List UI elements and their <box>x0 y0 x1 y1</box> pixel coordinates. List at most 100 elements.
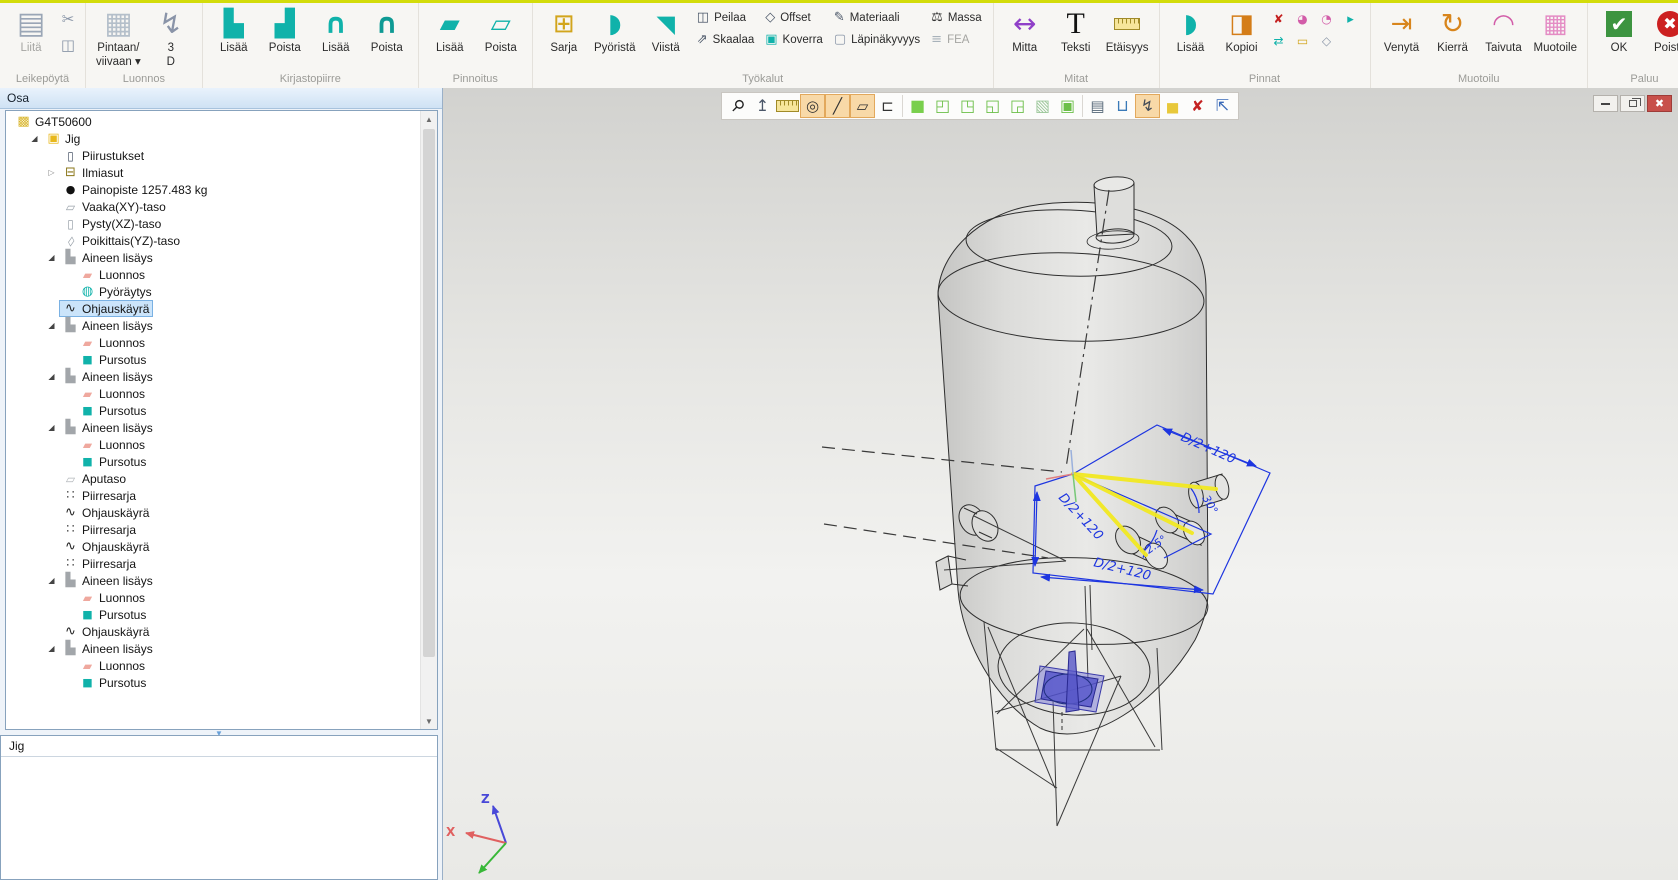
select-box-button[interactable]: ▣ <box>1055 94 1080 118</box>
mirror-button[interactable]: ◫Peilaa <box>697 11 754 24</box>
mass-button[interactable]: ⚖Massa <box>931 11 982 24</box>
tree-row[interactable]: ▰Luonnos <box>6 436 420 453</box>
surface-pattern-button[interactable]: ◔ <box>1317 10 1337 28</box>
snap-line-button[interactable]: ╱ <box>825 94 850 118</box>
collapse-icon[interactable]: ◢ <box>44 372 59 381</box>
pin-button[interactable]: ⚲ <box>725 94 750 118</box>
tree-row[interactable]: ▯Piirustukset <box>6 147 420 164</box>
copy-button[interactable]: ◫ <box>58 36 78 54</box>
view-back-face-button[interactable]: ◲ <box>1005 94 1030 118</box>
tree-row[interactable]: ◢▙Aineen lisäys <box>6 572 420 589</box>
bend-button[interactable]: ◠Taivuta <box>1480 4 1528 56</box>
tree-row[interactable]: ■Pursotus <box>6 402 420 419</box>
paste-button[interactable]: ▤Liitä <box>7 4 55 56</box>
view-top-face-button[interactable]: ◰ <box>930 94 955 118</box>
text-button[interactable]: TTeksti <box>1052 4 1100 56</box>
sketch-3d-button[interactable]: ↯3D <box>147 4 195 70</box>
library-edge-remove-button[interactable]: ∩Poista <box>363 4 411 56</box>
tree-row[interactable]: ▩G4T50600 <box>6 113 420 130</box>
freeform-button[interactable]: ▦Muotoile <box>1531 4 1580 56</box>
tree-row[interactable]: ▰Luonnos <box>6 266 420 283</box>
collapse-icon[interactable]: ◢ <box>27 134 42 143</box>
tree-row[interactable]: ▰Luonnos <box>6 657 420 674</box>
surface-erase-button[interactable]: ◇ <box>1317 32 1337 50</box>
snap-point-button[interactable]: ◎ <box>800 94 825 118</box>
section-delete-button[interactable]: ✘ <box>1185 94 1210 118</box>
tree-row[interactable]: ▯Pysty(XZ)-taso <box>6 215 420 232</box>
extrude-view-button[interactable]: ⊔ <box>1110 94 1135 118</box>
collapse-icon[interactable]: ◢ <box>44 644 59 653</box>
tree-row[interactable]: ▰Luonnos <box>6 385 420 402</box>
view-left-face-button[interactable]: ◱ <box>980 94 1005 118</box>
snap-face-button[interactable]: ▱ <box>850 94 875 118</box>
hollow-button[interactable]: ▣Koverra <box>765 33 823 46</box>
exit-button[interactable]: ✖Poistu <box>1646 4 1678 56</box>
cut-button[interactable]: ✂ <box>58 10 78 28</box>
tree-scrollbar[interactable]: ▲ ▼ <box>420 111 437 729</box>
collapse-icon[interactable]: ◢ <box>44 423 59 432</box>
tree-row[interactable]: ▱Aputaso <box>6 470 420 487</box>
tree-row[interactable]: ∿Ohjauskäyrä <box>6 504 420 521</box>
tree-row[interactable]: ∷Piirresarja <box>6 521 420 538</box>
ruler-button[interactable] <box>775 94 800 118</box>
tree-row[interactable]: ◢▙Aineen lisäys <box>6 640 420 657</box>
tree-row[interactable]: ∷Piirresarja <box>6 487 420 504</box>
surface-add-button[interactable]: ◗Lisää <box>1167 4 1215 56</box>
tree-row[interactable]: ∿Ohjauskäyrä <box>6 623 420 640</box>
tree-row[interactable]: ▷⊟Ilmiasut <box>6 164 420 181</box>
tree-row[interactable]: ●Painopiste 1257.483 kg <box>6 181 420 198</box>
shaded-box-button[interactable]: ▧ <box>1030 94 1055 118</box>
minimize-button[interactable] <box>1593 95 1618 112</box>
close-button[interactable]: ✖ <box>1647 95 1672 112</box>
surface-fillet-button[interactable]: ◕ <box>1293 10 1313 28</box>
tree-row[interactable]: ▱Poikittais(YZ)-taso <box>6 232 420 249</box>
sketch-on-face-button[interactable]: ▦Pintaan/viivaan ▾ <box>93 4 144 70</box>
feature-list-button[interactable]: ▤ <box>1085 94 1110 118</box>
library-add-button[interactable]: ▙Lisää <box>210 4 258 56</box>
tree-row[interactable]: ◍Pyöräytys <box>6 283 420 300</box>
surface-move-button[interactable]: ⇄ <box>1269 32 1289 50</box>
tree-row[interactable]: ■Pursotus <box>6 606 420 623</box>
tree-row[interactable]: ■Pursotus <box>6 453 420 470</box>
scroll-thumb[interactable] <box>423 129 435 657</box>
surface-copy-button[interactable]: ◨Kopioi <box>1218 4 1266 56</box>
elevation-measure-button[interactable]: ↥ <box>750 94 775 118</box>
ok-button[interactable]: ✔OK <box>1595 4 1643 56</box>
tree-row[interactable]: ∷Piirresarja <box>6 555 420 572</box>
fea-button[interactable]: ≡FEA <box>931 33 982 46</box>
fillet-button[interactable]: ◗Pyöristä <box>591 4 639 56</box>
export-view-button[interactable]: ⇱ <box>1210 94 1235 118</box>
tree-row[interactable]: ◢▙Aineen lisäys <box>6 368 420 385</box>
tree-row[interactable]: ■Pursotus <box>6 674 420 691</box>
tree-row[interactable]: ▰Luonnos <box>6 589 420 606</box>
surface-patch-button[interactable]: ▭ <box>1293 32 1313 50</box>
tree-row[interactable]: ▱Vaaka(XY)-taso <box>6 198 420 215</box>
collapse-icon[interactable]: ◢ <box>44 576 59 585</box>
sketch-3d-toggle-button[interactable]: ↯ <box>1135 94 1160 118</box>
select-face-button[interactable]: ■ <box>905 94 930 118</box>
surface-arrow-button[interactable]: ▸ <box>1341 10 1361 28</box>
series-button[interactable]: ⊞Sarja <box>540 4 588 56</box>
coating-add-button[interactable]: ▰Lisää <box>426 4 474 56</box>
scroll-down-icon[interactable]: ▼ <box>421 713 437 729</box>
offset-button[interactable]: ◇Offset <box>765 11 823 24</box>
transparency-button[interactable]: ▢Läpinäkyvyys <box>834 33 920 46</box>
tree-row[interactable]: ∿Ohjauskäyrä <box>6 538 420 555</box>
scroll-up-icon[interactable]: ▲ <box>421 111 437 127</box>
tree-row[interactable]: ▰Luonnos <box>6 334 420 351</box>
tree-row[interactable]: ■Pursotus <box>6 351 420 368</box>
coating-remove-button[interactable]: ▱Poista <box>477 4 525 56</box>
collapse-icon[interactable]: ◢ <box>44 321 59 330</box>
tree-row[interactable]: ◢▣Jig <box>6 130 420 147</box>
snap-edge-button[interactable]: ⊏ <box>875 94 900 118</box>
rotate-button[interactable]: ↻Kierrä <box>1429 4 1477 56</box>
tree-row[interactable]: ◢▙Aineen lisäys <box>6 317 420 334</box>
viewport[interactable]: D/2+120 D/2+120 D/2+120 30° 22.5° Z <box>443 88 1678 880</box>
tree-row[interactable]: ◢▙Aineen lisäys <box>6 249 420 266</box>
material-button[interactable]: ✎Materiaali <box>834 11 920 24</box>
restore-button[interactable] <box>1620 95 1645 112</box>
library-edge-add-button[interactable]: ∩Lisää <box>312 4 360 56</box>
collapse-icon[interactable]: ◢ <box>44 253 59 262</box>
library-remove-button[interactable]: ▟Poista <box>261 4 309 56</box>
surface-delete-button[interactable]: ✘ <box>1269 10 1289 28</box>
